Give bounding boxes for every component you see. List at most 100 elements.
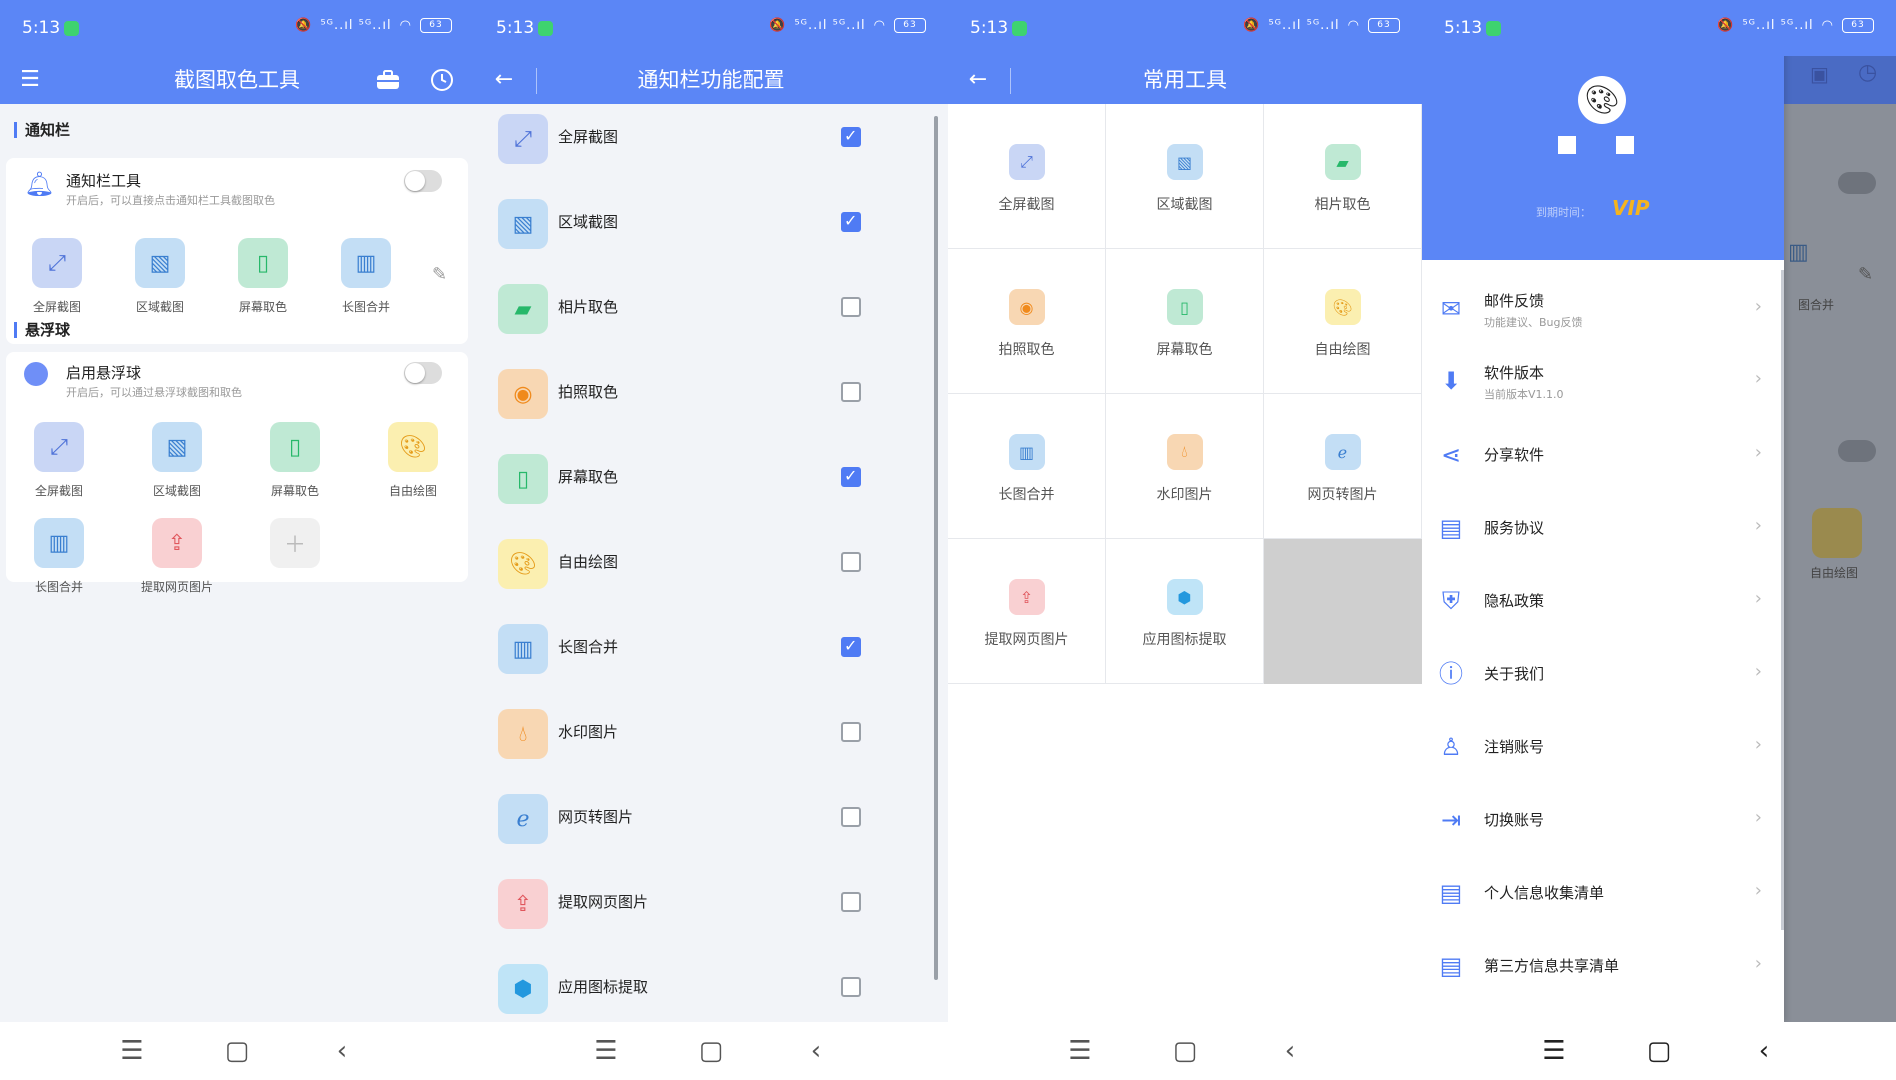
photo-icon: ▰ — [498, 284, 548, 334]
nav-back-icon[interactable]: ‹ — [322, 1034, 362, 1068]
tool-cell[interactable]: 🎨︎ 自由绘图 — [1264, 249, 1422, 394]
nav-back-icon[interactable]: ‹ — [1270, 1034, 1310, 1068]
scrollbar[interactable] — [934, 116, 938, 980]
float-tool-free-draw[interactable]: 🎨︎ 自由绘图 — [368, 422, 458, 499]
nav-menu-icon[interactable]: ☰ — [1060, 1034, 1100, 1068]
nav-back-icon[interactable]: ‹ — [1744, 1034, 1784, 1068]
tool-cell[interactable]: ▰ 相片取色 — [1264, 104, 1422, 249]
config-checkbox[interactable] — [841, 297, 861, 317]
phone-icon: ▯ — [498, 454, 548, 504]
toolbox-icon[interactable] — [370, 62, 406, 98]
config-item[interactable]: ▥ 长图合并 — [474, 614, 934, 684]
tool-cell[interactable]: ⬢ 应用图标提取 — [1106, 539, 1264, 684]
tool-cell[interactable]: ⇪ 提取网页图片 — [948, 539, 1106, 684]
config-item[interactable]: ◉ 拍照取色 — [474, 359, 934, 429]
edit-pencil-icon[interactable]: ✎ — [432, 264, 447, 285]
menu-item-about[interactable]: ⓘ 关于我们 › — [1422, 639, 1784, 711]
menu-item-feedback[interactable]: ✉ 邮件反馈 功能建议、Bug反馈 › — [1422, 274, 1784, 346]
fullscreen-icon: ⤢ — [32, 238, 82, 288]
config-item[interactable]: ⇪ 提取网页图片 — [474, 869, 934, 939]
notification-tool-toggle[interactable] — [404, 170, 442, 192]
config-item[interactable]: ▰ 相片取色 — [474, 274, 934, 344]
signal-icon: ⁵ᴳ..ıl ⁵ᴳ..ıl — [794, 18, 866, 33]
nav-home-icon[interactable]: ▢ — [1639, 1034, 1679, 1068]
app-bar: ← 通知栏功能配置 — [474, 56, 948, 104]
status-time: 5:13 — [970, 18, 1009, 38]
config-item[interactable]: ▯ 屏幕取色 — [474, 444, 934, 514]
tool-cell[interactable]: ℯ 网页转图片 — [1264, 394, 1422, 539]
palette-icon: 🎨︎ — [1324, 289, 1361, 325]
config-item[interactable]: ℯ 网页转图片 — [474, 784, 934, 854]
float-ball-toggle[interactable] — [404, 362, 442, 384]
menu-item-third-party[interactable]: ▤ 第三方信息共享清单 › — [1422, 931, 1784, 1003]
nav-home-icon[interactable]: ▢ — [1165, 1034, 1205, 1068]
menu-item-version[interactable]: ⬇ 软件版本 当前版本V1.1.0 › — [1422, 346, 1784, 418]
menu-item-privacy[interactable]: ⛨ 隐私政策 › — [1422, 566, 1784, 638]
main-content: 通知栏 🔔︎ 通知栏工具 开启后，可以直接点击通知栏工具截图取色 ⤢ 全屏截图 ▧… — [0, 104, 474, 1022]
upload-icon: ⇪ — [498, 879, 548, 929]
config-checkbox[interactable] — [841, 977, 861, 997]
phone-icon: ▯ — [238, 238, 288, 288]
menu-item-share[interactable]: ⋖ 分享软件 › — [1422, 420, 1784, 492]
status-time: 5:13 — [496, 18, 535, 38]
tool-cell[interactable]: ▥ 长图合并 — [948, 394, 1106, 539]
config-item[interactable]: 🎨︎ 自由绘图 — [474, 529, 934, 599]
float-tool-add[interactable]: ＋ — [250, 518, 340, 572]
float-tool-extract-web[interactable]: ⇪ 提取网页图片 — [132, 518, 222, 595]
config-item[interactable]: ▧ 区域截图 — [474, 189, 934, 259]
config-checkbox[interactable] — [841, 892, 861, 912]
float-tool-region[interactable]: ▧ 区域截图 — [132, 422, 222, 499]
config-checkbox[interactable] — [841, 807, 861, 827]
notification-tool-title: 通知栏工具 — [66, 172, 142, 190]
status-bar: 5:13 🔕 ⁵ᴳ..ıl ⁵ᴳ..ıl ◠ 63 — [474, 0, 948, 56]
edit-pencil-icon: ✎ — [1858, 264, 1874, 285]
float-tool-fullscreen[interactable]: ⤢ 全屏截图 — [14, 422, 104, 499]
fullscreen-icon: ⤢ — [1008, 144, 1045, 180]
nav-menu-icon[interactable]: ☰ — [112, 1034, 152, 1068]
nav-home-icon[interactable]: ▢ — [691, 1034, 731, 1068]
config-checkbox[interactable] — [841, 382, 861, 402]
signal-icon: ⁵ᴳ..ıl ⁵ᴳ..ıl — [320, 18, 392, 33]
notif-tool-fullscreen[interactable]: ⤢ 全屏截图 — [12, 238, 102, 315]
tool-cell[interactable]: ⤢ 全屏截图 — [948, 104, 1106, 249]
config-checkbox[interactable] — [841, 552, 861, 572]
drawer-scrollbar[interactable] — [1781, 270, 1784, 930]
notif-tool-screen-color[interactable]: ▯ 屏幕取色 — [218, 238, 308, 315]
config-checkbox[interactable] — [841, 466, 861, 487]
float-tool-long-merge[interactable]: ▥ 长图合并 — [14, 518, 104, 595]
float-ball-subtitle: 开启后，可以通过悬浮球截图和取色 — [66, 386, 242, 399]
nav-home-icon[interactable]: ▢ — [217, 1034, 257, 1068]
menu-item-switch-account[interactable]: ⇥ 切换账号 › — [1422, 785, 1784, 857]
config-item[interactable]: ⬢ 应用图标提取 — [474, 954, 934, 1024]
tool-cell[interactable]: 💧︎ 水印图片 — [1106, 394, 1264, 539]
vip-badge[interactable]: VIP — [1612, 196, 1650, 220]
config-checkbox[interactable] — [841, 636, 861, 657]
menu-item-personal-info[interactable]: ▤ 个人信息收集清单 › — [1422, 858, 1784, 930]
info-icon: ⓘ — [1439, 660, 1463, 688]
menu-item-terms[interactable]: ▤ 服务协议 › — [1422, 493, 1784, 565]
float-tool-screen-color[interactable]: ▯ 屏幕取色 — [250, 422, 340, 499]
tool-cell[interactable]: ▯ 屏幕取色 — [1106, 249, 1264, 394]
config-item[interactable]: ⤢ 全屏截图 — [474, 104, 934, 174]
toggle-dimmed — [1838, 440, 1876, 462]
nav-menu-icon[interactable]: ☰ — [1534, 1034, 1574, 1068]
side-drawer: 5:13 🔕 ⁵ᴳ..ıl ⁵ᴳ..ıl ◠ 63 🎨︎ 到期时间： VIP ✉ 邮件反… — [1422, 0, 1896, 1022]
config-checkbox[interactable] — [841, 722, 861, 742]
notif-tool-region[interactable]: ▧ 区域截图 — [115, 238, 205, 315]
app-logo-avatar[interactable]: 🎨︎ — [1578, 76, 1626, 124]
photo-icon: ▰ — [1324, 144, 1361, 180]
config-checkbox[interactable] — [841, 211, 861, 232]
notification-app-icon — [538, 21, 553, 36]
menu-item-delete-account[interactable]: ♙ 注销账号 › — [1422, 712, 1784, 784]
tool-cell[interactable]: ◉ 拍照取色 — [948, 249, 1106, 394]
float-ball-title: 启用悬浮球 — [66, 364, 142, 382]
notif-tool-long-merge[interactable]: ▥ 长图合并 — [321, 238, 411, 315]
bell-off-icon: 🔕 — [1243, 18, 1261, 33]
tool-cell[interactable]: ▧ 区域截图 — [1106, 104, 1264, 249]
config-item[interactable]: 💧︎ 水印图片 — [474, 699, 934, 769]
config-checkbox[interactable] — [841, 126, 861, 147]
history-clock-icon: ◷ — [1858, 60, 1878, 85]
nav-back-icon[interactable]: ‹ — [796, 1034, 836, 1068]
history-clock-icon[interactable] — [424, 62, 460, 98]
nav-menu-icon[interactable]: ☰ — [586, 1034, 626, 1068]
